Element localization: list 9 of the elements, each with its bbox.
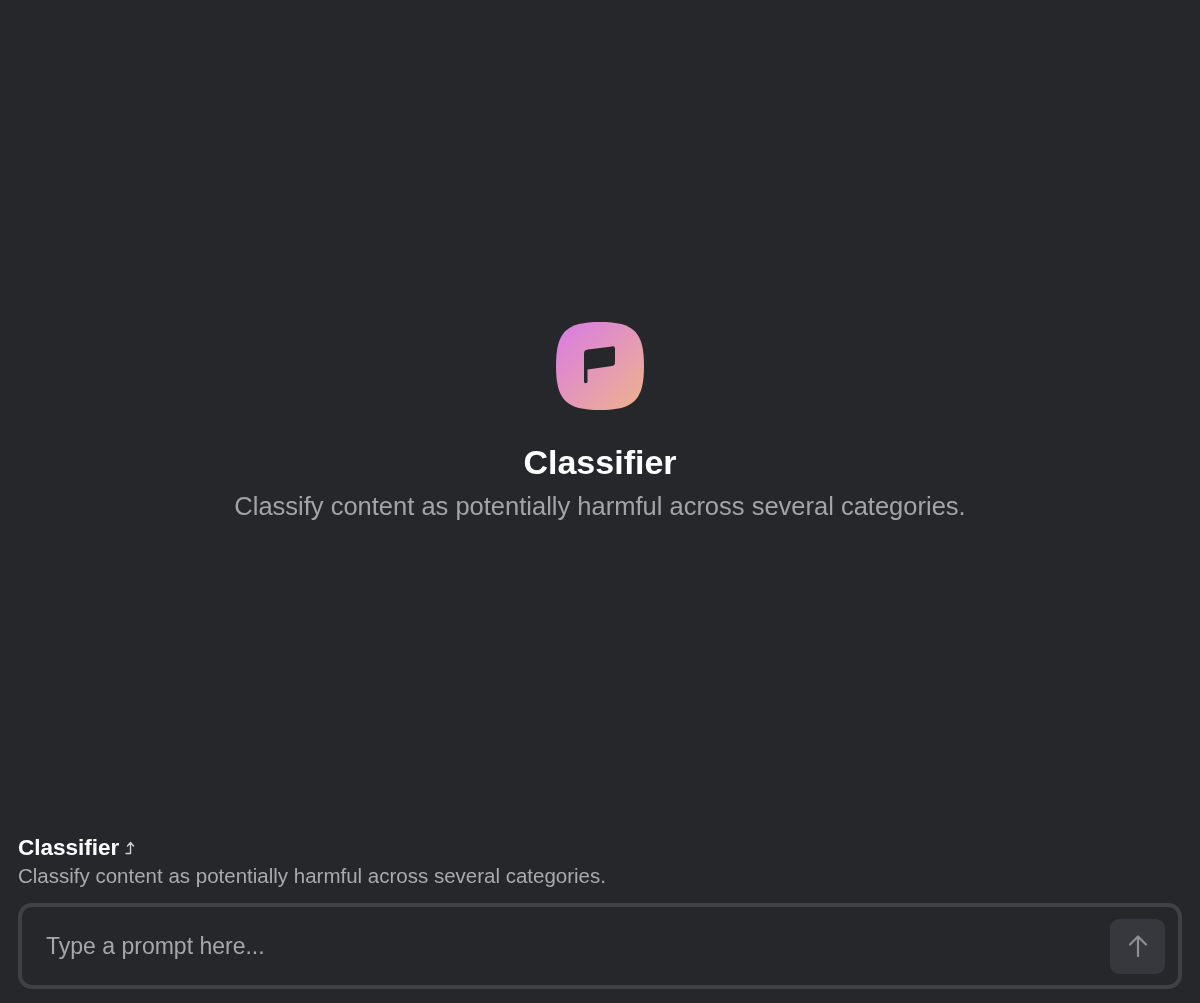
- prompt-field[interactable]: Type a prompt here...: [46, 926, 1098, 966]
- assistant-description: Classify content as potentially harmful across several categories.: [18, 863, 607, 889]
- prompt-box[interactable]: Type a prompt here...: [18, 903, 1182, 989]
- arrow-up-icon: [1127, 935, 1148, 957]
- assistant-title: Classifier: [523, 441, 677, 482]
- assistant-name: Classifier: [18, 835, 120, 861]
- send-button[interactable]: [1110, 918, 1165, 974]
- assistant-description: Classify content as potentially harmful across several categories.: [234, 490, 966, 522]
- flag-logo-icon: [556, 321, 644, 410]
